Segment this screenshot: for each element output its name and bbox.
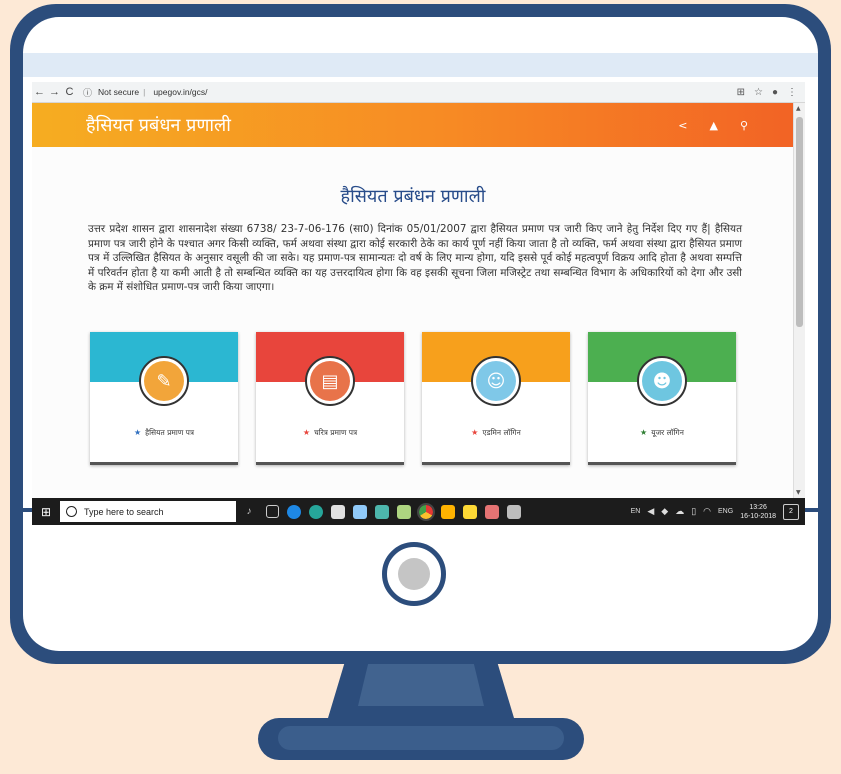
page-scrollbar[interactable]: ▲ ▼ [793, 103, 805, 498]
app-icon-8[interactable] [441, 504, 455, 519]
microphone-icon[interactable]: ♪ [242, 506, 256, 517]
app-icon-6[interactable] [397, 504, 411, 519]
chrome-icon[interactable] [417, 502, 435, 521]
security-label[interactable]: Not secure [98, 87, 139, 97]
page-title: हैसियत प्रबंधन प्रणाली [340, 186, 486, 207]
windows-taskbar: ⊞ Type here to search ♪ EN ◀ ◆ ☁ ▯ ◠ ENG… [32, 498, 805, 525]
account-icon[interactable]: ● [772, 87, 778, 98]
info-icon[interactable]: ⓘ [81, 86, 94, 99]
browser-toolbar: ← → C ⓘ Not secure | upegov.in/gcs/ ⊞ ☆ … [32, 82, 805, 103]
share-icon[interactable]: < [678, 119, 687, 132]
task-view-icon[interactable] [266, 505, 279, 518]
app-title[interactable]: हैसियत प्रबंधन प्रणाली [86, 113, 231, 137]
card-label: हैसियत प्रमाण पत्र [145, 428, 195, 437]
search-icon[interactable]: ⚲ [740, 119, 748, 132]
url-separator: | [143, 87, 146, 97]
user-icon[interactable]: ▲ [709, 119, 717, 132]
power-button-face [398, 558, 430, 590]
card-icon-ring: ▤ [305, 356, 355, 406]
monitor-stand-shade [358, 664, 484, 706]
card-character-certificate[interactable]: ▤ ★ चरित्र प्रमाण पत्र [256, 332, 404, 465]
file-explorer-icon[interactable] [463, 504, 477, 519]
forward-arrow-icon[interactable]: → [47, 86, 62, 98]
card-icon-ring: ☺ [471, 356, 521, 406]
back-arrow-icon[interactable]: ← [32, 86, 47, 98]
intro-paragraph: उत्तर प्रदेश शासन द्वारा शासनादेश संख्या… [88, 223, 742, 294]
mail-icon[interactable] [331, 504, 345, 519]
edge-icon[interactable] [287, 504, 301, 519]
battery-icon[interactable]: ▯ [691, 506, 696, 517]
translate-icon[interactable]: ⊞ [737, 87, 745, 98]
card-user-login[interactable]: ☻ ★ यूजर लॉगिन [588, 332, 736, 465]
cortana-icon [66, 506, 77, 517]
onedrive-icon[interactable]: ☁ [675, 506, 684, 517]
clock-date: 16-10-2018 [740, 512, 776, 520]
address-bar-url[interactable]: upegov.in/gcs/ [153, 87, 207, 97]
volume-icon[interactable]: ◀ [647, 506, 654, 517]
menu-dots-icon[interactable]: ⋮ [787, 87, 797, 98]
scroll-up-icon[interactable]: ▲ [796, 105, 801, 112]
card-label: एडमिन लॉगिन [482, 428, 521, 437]
tray-language-short[interactable]: EN [631, 508, 641, 515]
certificate-icon: ▤ [310, 361, 350, 401]
clock-time: 13:26 [749, 503, 767, 511]
card-haisiyat-certificate[interactable]: ✎ ★ हैसियत प्रमाण पत्र [90, 332, 238, 465]
bookmark-star-icon[interactable]: ☆ [754, 87, 763, 98]
app-icon-10[interactable] [485, 504, 499, 519]
card-label: यूजर लॉगिन [651, 428, 684, 437]
system-tray: EN ◀ ◆ ☁ ▯ ◠ ENG 13:26 16-10-2018 2 [631, 503, 805, 521]
screen: ← → C ⓘ Not secure | upegov.in/gcs/ ⊞ ☆ … [32, 82, 805, 525]
app-icon-11[interactable] [507, 504, 521, 519]
taskbar-search-placeholder: Type here to search [84, 506, 164, 517]
windows-start-icon[interactable]: ⊞ [32, 505, 60, 519]
taskbar-clock[interactable]: 13:26 16-10-2018 [740, 503, 776, 521]
bezel-stripe [23, 53, 818, 77]
card-icon-ring: ✎ [139, 356, 189, 406]
app-icon-2[interactable] [309, 504, 323, 519]
card-icon-ring: ☻ [637, 356, 687, 406]
notification-center-icon[interactable]: 2 [783, 503, 799, 520]
star-icon: ★ [302, 428, 310, 437]
app-icon-4[interactable] [353, 504, 367, 519]
app-icon-5[interactable] [375, 504, 389, 519]
star-icon: ★ [471, 428, 479, 437]
star-icon: ★ [133, 428, 142, 437]
admin-icon: ☺ [476, 361, 516, 401]
app-header: हैसियत प्रबंधन प्रणाली < ▲ ⚲ [32, 103, 794, 147]
card-admin-login[interactable]: ☺ ★ एडमिन लॉगिन [422, 332, 570, 465]
users-icon: ☻ [642, 361, 682, 401]
document-icon: ✎ [144, 361, 184, 401]
power-button[interactable] [382, 542, 446, 606]
monitor-stand-base-highlight [278, 726, 564, 750]
card-label: चरित्र प्रमाण पत्र [313, 428, 358, 437]
taskbar-search-box[interactable]: Type here to search [60, 501, 236, 522]
tray-language[interactable]: ENG [718, 508, 733, 515]
wifi-icon[interactable]: ◠ [703, 506, 711, 517]
scroll-down-icon[interactable]: ▼ [796, 489, 801, 496]
star-icon: ★ [640, 428, 648, 437]
reload-icon[interactable]: C [62, 86, 77, 98]
scroll-thumb[interactable] [796, 117, 803, 327]
network-icon[interactable]: ◆ [661, 506, 668, 517]
